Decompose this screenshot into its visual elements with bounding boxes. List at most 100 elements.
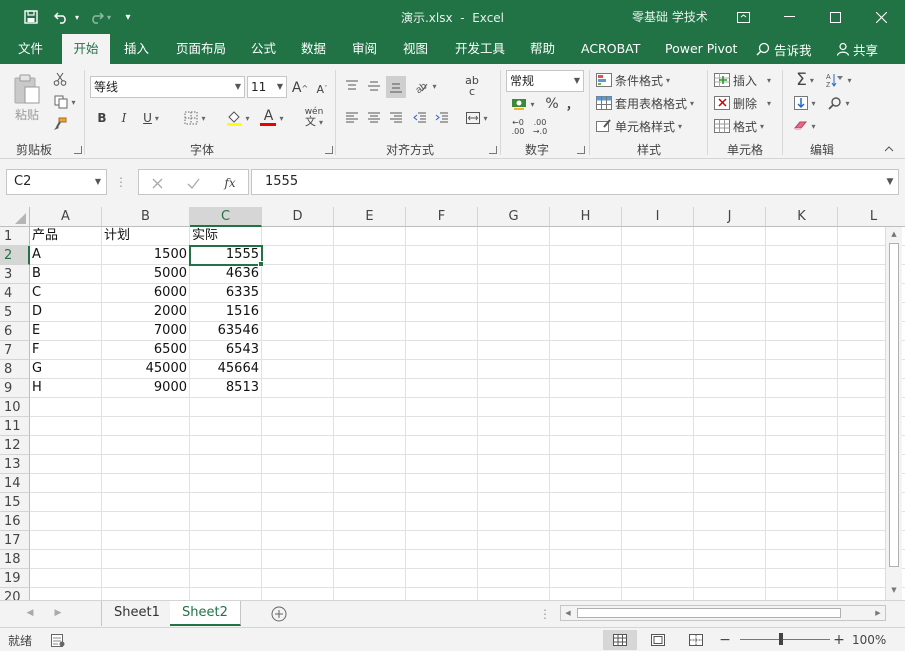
collapse-ribbon-icon[interactable] <box>882 142 896 156</box>
cell-j15[interactable] <box>694 493 766 512</box>
align-top-icon[interactable] <box>342 76 362 96</box>
cell-i6[interactable] <box>622 322 694 341</box>
cell-d8[interactable] <box>262 360 334 379</box>
cell-j14[interactable] <box>694 474 766 493</box>
cell-c3[interactable]: 4636 <box>190 265 262 284</box>
cell-h18[interactable] <box>550 550 622 569</box>
cell-i18[interactable] <box>622 550 694 569</box>
cell-k20[interactable] <box>766 588 838 600</box>
cell-e2[interactable] <box>334 246 406 265</box>
cell-c2[interactable]: 1555 <box>189 245 263 266</box>
cell-k1[interactable] <box>766 227 838 246</box>
cell-j5[interactable] <box>694 303 766 322</box>
tab-home[interactable]: 开始 <box>62 34 110 64</box>
tab-page-layout[interactable]: 页面布局 <box>168 34 234 64</box>
formula-input[interactable]: 1555 <box>251 169 899 195</box>
cell-g8[interactable] <box>478 360 550 379</box>
accounting-format-button[interactable]: ▾ <box>508 94 538 114</box>
cell-d3[interactable] <box>262 265 334 284</box>
cell-i7[interactable] <box>622 341 694 360</box>
cell-f19[interactable] <box>406 569 478 588</box>
shrink-font-button[interactable]: Aˇ <box>314 80 330 98</box>
cell-g18[interactable] <box>478 550 550 569</box>
tab-split-grip-icon[interactable]: ⋮ <box>539 606 551 622</box>
cell-f6[interactable] <box>406 322 478 341</box>
format-cells-button[interactable]: 格式 ▾ <box>714 116 764 136</box>
page-break-view-icon[interactable] <box>679 630 713 650</box>
cell-j17[interactable] <box>694 531 766 550</box>
zoom-slider-thumb[interactable] <box>779 633 783 645</box>
cell-e17[interactable] <box>334 531 406 550</box>
cell-c12[interactable] <box>190 436 262 455</box>
cell-i20[interactable] <box>622 588 694 600</box>
previous-sheet-icon[interactable]: ◀ <box>22 605 38 621</box>
cell-g20[interactable] <box>478 588 550 600</box>
tab-insert[interactable]: 插入 <box>116 34 157 64</box>
cell-b14[interactable] <box>102 474 190 493</box>
cell-e4[interactable] <box>334 284 406 303</box>
cell-c1[interactable]: 实际 <box>190 227 262 246</box>
fill-color-button[interactable]: ▾ <box>222 108 254 128</box>
cell-a10[interactable] <box>30 398 102 417</box>
cell-j11[interactable] <box>694 417 766 436</box>
insert-function-button[interactable]: fx <box>219 174 241 192</box>
cell-h6[interactable] <box>550 322 622 341</box>
cell-f10[interactable] <box>406 398 478 417</box>
cell-c14[interactable] <box>190 474 262 493</box>
cell-g1[interactable] <box>478 227 550 246</box>
cell-h15[interactable] <box>550 493 622 512</box>
cell-d1[interactable] <box>262 227 334 246</box>
cell-d12[interactable] <box>262 436 334 455</box>
cell-d20[interactable] <box>262 588 334 600</box>
cell-i9[interactable] <box>622 379 694 398</box>
sort-filter-button[interactable]: A Z ▾ <box>824 70 854 90</box>
cell-d10[interactable] <box>262 398 334 417</box>
expand-formula-bar-icon[interactable]: ▼ <box>884 175 896 189</box>
cell-k3[interactable] <box>766 265 838 284</box>
enter-icon[interactable] <box>183 174 203 192</box>
worksheet-grid[interactable]: A B C D E F G H I J K L 1 产品 计划 实际 2 A 1500 1555 3 B 5000 4636 4… <box>0 207 905 600</box>
cell-f7[interactable] <box>406 341 478 360</box>
cell-f18[interactable] <box>406 550 478 569</box>
cell-f3[interactable] <box>406 265 478 284</box>
cell-b3[interactable]: 5000 <box>102 265 190 284</box>
cell-k10[interactable] <box>766 398 838 417</box>
cell-c9[interactable]: 8513 <box>190 379 262 398</box>
cell-a5[interactable]: D <box>30 303 102 322</box>
cell-i1[interactable] <box>622 227 694 246</box>
cell-k5[interactable] <box>766 303 838 322</box>
cell-d19[interactable] <box>262 569 334 588</box>
cell-e6[interactable] <box>334 322 406 341</box>
align-bottom-icon[interactable] <box>386 76 406 98</box>
zoom-slider[interactable] <box>740 639 830 640</box>
ribbon-display-options-icon[interactable] <box>720 0 766 34</box>
user-name[interactable]: 零基础 学技术 <box>632 8 708 25</box>
row-header-6[interactable]: 6 <box>0 322 30 341</box>
cell-f20[interactable] <box>406 588 478 600</box>
cell-j12[interactable] <box>694 436 766 455</box>
cell-d16[interactable] <box>262 512 334 531</box>
font-color-button[interactable]: A ▾ <box>256 108 288 128</box>
horizontal-scrollbar[interactable]: ◀ ▶ <box>560 605 886 621</box>
cell-j2[interactable] <box>694 246 766 265</box>
cell-b10[interactable] <box>102 398 190 417</box>
row-header-4[interactable]: 4 <box>0 284 30 303</box>
cell-e9[interactable] <box>334 379 406 398</box>
cell-c15[interactable] <box>190 493 262 512</box>
cell-h11[interactable] <box>550 417 622 436</box>
cell-k13[interactable] <box>766 455 838 474</box>
cell-b20[interactable] <box>102 588 190 600</box>
row-header-15[interactable]: 15 <box>0 493 30 512</box>
row-header-1[interactable]: 1 <box>0 227 30 246</box>
cell-g4[interactable] <box>478 284 550 303</box>
cell-i15[interactable] <box>622 493 694 512</box>
cell-j19[interactable] <box>694 569 766 588</box>
cell-d6[interactable] <box>262 322 334 341</box>
cell-f16[interactable] <box>406 512 478 531</box>
cell-j7[interactable] <box>694 341 766 360</box>
cell-g6[interactable] <box>478 322 550 341</box>
percent-button[interactable]: % <box>542 94 562 114</box>
close-icon[interactable] <box>858 0 904 34</box>
cell-f5[interactable] <box>406 303 478 322</box>
column-header-b[interactable]: B <box>102 207 190 227</box>
